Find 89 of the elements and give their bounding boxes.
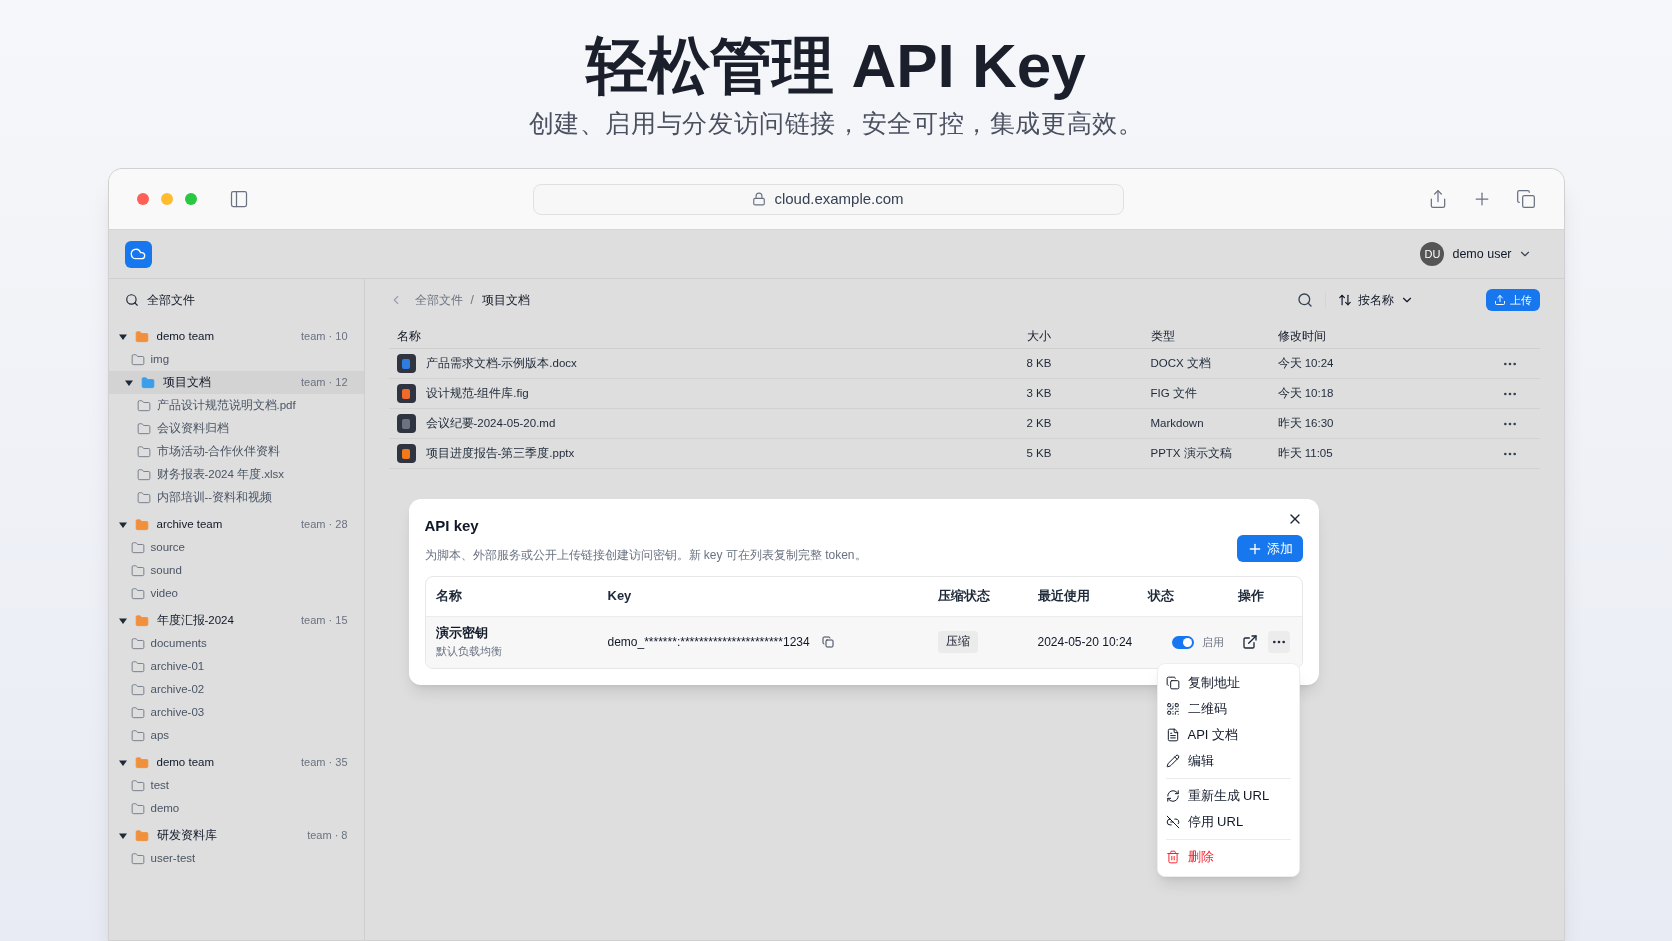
tree-item[interactable]: user-test (150, 849, 196, 868)
tree-item[interactable]: archive-03 (150, 703, 205, 722)
file-name[interactable]: 项目进度报告-第三季度.pptx (425, 444, 575, 463)
tree-folder[interactable]: 研发资料库 team · 8 (108, 824, 364, 847)
column-header: 压缩状态 (937, 587, 991, 606)
status-label: 启用 (1201, 634, 1224, 650)
file-size: 3 KB (1026, 385, 1053, 401)
folder-label: demo team (156, 754, 215, 770)
file-type: Markdown (1150, 415, 1205, 431)
sort-button[interactable]: 按名称 (1337, 291, 1414, 309)
all-files-link[interactable]: 全部文件 (146, 291, 195, 309)
tree-item[interactable]: img (150, 350, 170, 369)
file-name[interactable]: 会议纪要-2024-05-20.md (425, 414, 556, 433)
avatar[interactable]: DU (1420, 242, 1445, 266)
menu-item[interactable]: 编辑 (1165, 748, 1291, 774)
menu-item[interactable]: 复制地址 (1165, 670, 1291, 696)
url-text: cloud.example.com (774, 188, 904, 209)
hero-title: 轻松管理 API Key (586, 30, 1086, 102)
breadcrumb-separator: / (470, 292, 474, 309)
tree-item[interactable]: 市场活动-合作伙伴资料 (156, 442, 281, 461)
folder-label: archive team (156, 516, 223, 532)
file-modified: 昨天 11:05 (1277, 445, 1334, 461)
tree-item[interactable]: archive-01 (150, 657, 205, 676)
tree-item[interactable]: 财务报表-2024 年度.xlsx (156, 465, 285, 484)
key-note: 默认负载均衡 (435, 644, 503, 660)
key-name: 演示密钥 (435, 625, 489, 643)
tree-folder[interactable]: archive team team · 28 (108, 513, 364, 536)
file-name[interactable]: 设计规范-组件库.fig (425, 384, 529, 403)
tree-folder[interactable]: 年度汇报-2024 team · 15 (108, 609, 364, 632)
tree-folder[interactable]: demo team team · 35 (108, 751, 364, 774)
compression-tag: 压缩 (937, 631, 978, 653)
folder-count: team · 8 (307, 828, 348, 844)
folder-count: team · 15 (301, 613, 348, 629)
file-type: DOCX 文档 (1150, 355, 1212, 371)
dialog-description: 为脚本、外部服务或公开上传链接创建访问密钥。新 key 可在列表复制完整 token。 (424, 546, 867, 564)
user-name[interactable]: demo user (1452, 244, 1512, 264)
add-button[interactable]: 添加 (1236, 535, 1303, 562)
folder-count: team · 10 (301, 329, 348, 345)
key-value: demo_*******:**********************1234 (607, 634, 810, 651)
menu-item[interactable]: 二维码 (1165, 696, 1291, 722)
folder-label: demo team (156, 328, 215, 344)
column-header: 大小 (1026, 328, 1052, 344)
folder-label: 项目文档 (162, 374, 211, 390)
tree-item[interactable]: archive-02 (150, 680, 205, 699)
tree-item[interactable]: 产品设计规范说明文档.pdf (156, 396, 296, 415)
folder-count: team · 28 (301, 517, 348, 533)
hero-subtitle: 创建、启用与分发访问链接，安全可控，集成更高效。 (528, 108, 1144, 139)
column-header: 名称 (435, 587, 463, 606)
column-header: 状态 (1147, 587, 1175, 606)
tree-item[interactable]: aps (150, 726, 170, 745)
file-name[interactable]: 产品需求文档-示例版本.docx (425, 354, 577, 373)
file-type: PPTX 演示文稿 (1150, 445, 1233, 461)
breadcrumb-link[interactable]: 全部文件 (414, 291, 463, 309)
tree-item[interactable]: test (150, 776, 170, 795)
menu-item[interactable]: API 文档 (1165, 722, 1291, 748)
folder-count: team · 35 (301, 755, 348, 771)
breadcrumb-current: 项目文档 (481, 292, 530, 309)
dialog-title: API key (424, 516, 480, 536)
upload-button[interactable]: 上传 (1485, 289, 1540, 311)
file-modified: 昨天 16:30 (1277, 415, 1335, 431)
column-header: 类型 (1150, 328, 1176, 344)
menu-item[interactable]: 停用 URL (1165, 809, 1291, 835)
tree-folder[interactable]: demo team team · 10 (108, 325, 364, 348)
column-header: 最近使用 (1037, 587, 1091, 606)
menu-item[interactable]: 重新生成 URL (1165, 783, 1291, 809)
column-header: 操作 (1237, 587, 1265, 606)
tree-item[interactable]: sound (150, 561, 182, 580)
tree-folder[interactable]: 项目文档 team · 12 (108, 371, 364, 394)
menu-item[interactable]: 删除 (1165, 844, 1291, 870)
tree-item[interactable]: demo (150, 799, 180, 818)
tree-item[interactable]: video (150, 584, 178, 603)
file-modified: 今天 10:18 (1277, 385, 1335, 401)
file-type: FIG 文件 (1150, 385, 1198, 401)
folder-label: 年度汇报-2024 (156, 612, 234, 628)
tree-item[interactable]: 会议资料归档 (156, 419, 229, 438)
file-modified: 今天 10:24 (1277, 355, 1335, 371)
tree-item[interactable]: documents (150, 634, 207, 653)
last-used: 2024-05-20 10:24 (1037, 634, 1134, 651)
file-size: 2 KB (1026, 415, 1053, 431)
column-header: 修改时间 (1277, 328, 1327, 344)
tree-item[interactable]: source (150, 538, 186, 557)
folder-label: 研发资料库 (156, 827, 217, 843)
column-header: Key (607, 587, 633, 606)
tree-item[interactable]: 内部培训--资料和视频 (156, 488, 273, 507)
file-size: 5 KB (1026, 445, 1053, 461)
column-header: 名称 (396, 328, 422, 344)
folder-count: team · 12 (301, 375, 348, 391)
address-bar[interactable]: cloud.example.com (532, 183, 1124, 215)
file-size: 8 KB (1026, 355, 1053, 371)
